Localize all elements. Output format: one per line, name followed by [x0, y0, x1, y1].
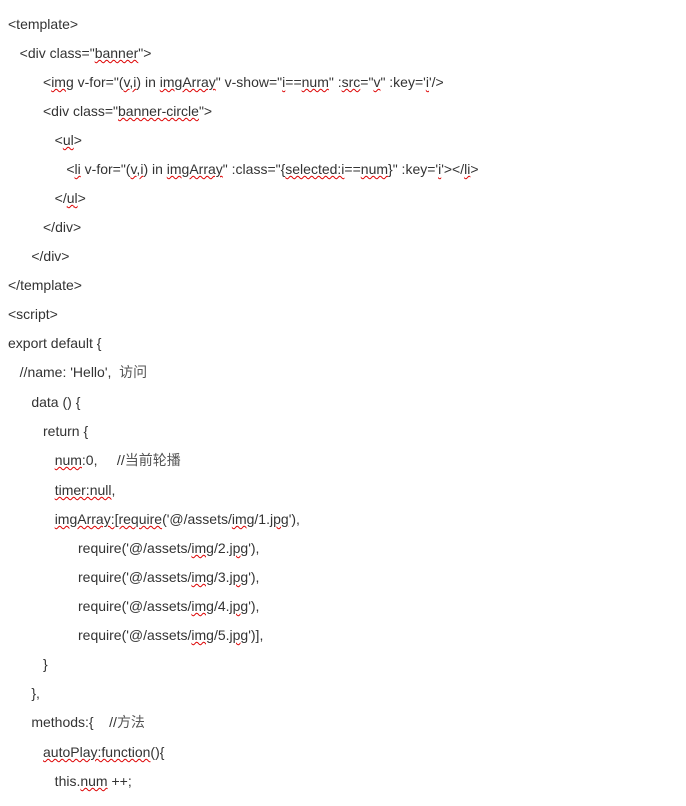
code-line: },: [8, 679, 678, 708]
code-line: autoPlay:function(){: [8, 738, 678, 767]
code-line: data () {: [8, 388, 678, 417]
code-line: </template>: [8, 271, 678, 300]
code-line: </div>: [8, 242, 678, 271]
code-line: <div class="banner">: [8, 39, 678, 68]
code-line: imgArray:[require('@/assets/img/1.jpg'),: [8, 505, 678, 534]
code-block: <template> <div class="banner"> <img v-f…: [8, 10, 678, 796]
code-line: require('@/assets/img/2.jpg'),: [8, 534, 678, 563]
code-line: num:0, //当前轮播: [8, 446, 678, 476]
code-line: </div>: [8, 213, 678, 242]
code-line: export default {: [8, 329, 678, 358]
code-line: <div class="banner-circle">: [8, 97, 678, 126]
code-line: <script>: [8, 300, 678, 329]
code-line: <template>: [8, 10, 678, 39]
code-line: methods:{ //方法: [8, 708, 678, 738]
code-line: require('@/assets/img/5.jpg')],: [8, 621, 678, 650]
code-line: <img v-for="(v,i) in imgArray" v-show="i…: [8, 68, 678, 97]
code-line: timer:null,: [8, 476, 678, 505]
code-line: this.num ++;: [8, 767, 678, 796]
code-line: //name: 'Hello', 访问: [8, 358, 678, 388]
code-line: return {: [8, 417, 678, 446]
code-line: <li v-for="(v,i) in imgArray" :class="{s…: [8, 155, 678, 184]
code-line: }: [8, 650, 678, 679]
code-line: require('@/assets/img/4.jpg'),: [8, 592, 678, 621]
code-line: require('@/assets/img/3.jpg'),: [8, 563, 678, 592]
code-line: <ul>: [8, 126, 678, 155]
code-line: </ul>: [8, 184, 678, 213]
